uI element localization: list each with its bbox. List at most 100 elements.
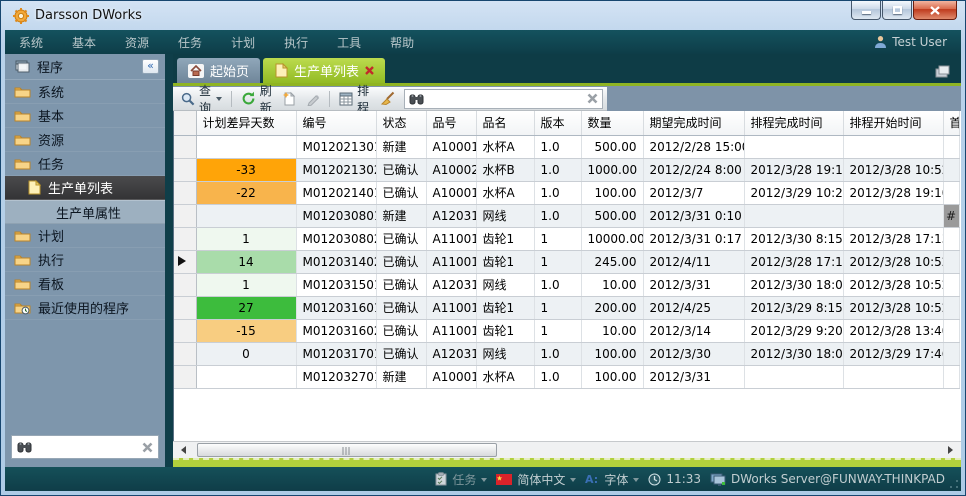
cell-status: 已确认 <box>376 158 426 181</box>
scrollbar-thumb[interactable] <box>197 443 497 457</box>
tab-1[interactable]: 生产单列表 <box>263 58 385 83</box>
menu-item-1[interactable]: 基本 <box>72 34 96 51</box>
toolbar-search-box[interactable] <box>404 89 603 109</box>
column-header-version[interactable]: 版本 <box>534 111 581 135</box>
status-item-0[interactable]: 任务 <box>435 471 487 488</box>
panel-splitter[interactable] <box>165 54 173 467</box>
row-selector[interactable] <box>174 158 196 181</box>
row-selector[interactable] <box>174 342 196 365</box>
chevron-down-icon[interactable] <box>481 478 487 485</box>
table-row[interactable]: -22M012021401已确认A10001水杯A1.0100.002012/3… <box>174 181 959 204</box>
sidebar-item-0[interactable]: 系统 <box>5 80 165 104</box>
cell-due: 2012/4/25 <box>643 296 744 319</box>
table-row[interactable]: M012030801新建A12031网线1.0500.002012/3/31 0… <box>174 204 959 227</box>
row-selector[interactable] <box>174 273 196 296</box>
toolbar-button-pencil[interactable] <box>302 89 324 109</box>
column-header-due[interactable]: 期望完成时间 <box>643 111 744 135</box>
row-selector[interactable] <box>174 227 196 250</box>
cell-qty: 245.00 <box>581 250 643 273</box>
toolbar-button-broom[interactable] <box>376 89 399 109</box>
sidebar-item-3[interactable]: 任务 <box>5 152 165 176</box>
menu-item-6[interactable]: 工具 <box>337 34 361 51</box>
sidebar-search-box[interactable] <box>11 435 159 459</box>
sidebar-collapse-button[interactable]: « <box>142 59 159 74</box>
column-header-sched_start[interactable]: 排程开始时间 <box>843 111 943 135</box>
status-item-label: DWorks Server@FUNWAY-THINKPAD <box>731 472 945 486</box>
minimize-icon <box>862 11 871 14</box>
menu-item-5[interactable]: 执行 <box>284 34 308 51</box>
table-row[interactable]: -33M012021302已确认A10002水杯B1.01000.002012/… <box>174 158 959 181</box>
sidebar-item-4[interactable]: 生产单列表 <box>5 176 165 200</box>
chevron-down-icon[interactable] <box>216 97 222 104</box>
column-header-qty[interactable]: 数量 <box>581 111 643 135</box>
row-selector[interactable] <box>174 319 196 342</box>
maximize-button[interactable] <box>882 1 912 20</box>
status-item-3[interactable]: 11:33 <box>648 472 701 486</box>
sidebar-item-6[interactable]: 计划 <box>5 224 165 248</box>
row-selector[interactable] <box>174 135 196 158</box>
menu-item-7[interactable]: 帮助 <box>390 34 414 51</box>
scroll-right-button[interactable] <box>944 442 961 458</box>
menu-item-4[interactable]: 计划 <box>231 34 255 51</box>
toolbar-button-排程[interactable]: 排程 <box>335 89 374 109</box>
status-item-2[interactable]: A:字体 <box>585 471 639 488</box>
column-header-diff[interactable]: 计划差异天数 <box>196 111 296 135</box>
minimize-button[interactable] <box>851 1 881 20</box>
cell-diff: -15 <box>196 319 296 342</box>
sidebar-item-7[interactable]: 执行 <box>5 248 165 272</box>
pin-pages-icon[interactable] <box>934 64 951 78</box>
table-row[interactable]: -15M012031602已确认A11001齿轮1110.002012/3/14… <box>174 319 959 342</box>
toolbar-button-查询[interactable]: 查询 <box>177 89 226 109</box>
tab-close-x-icon[interactable] <box>365 66 374 75</box>
table-row[interactable]: 27M012031601已确认A11001齿轮11200.002012/4/25… <box>174 296 959 319</box>
column-header-extra[interactable]: 首 <box>943 111 959 135</box>
menu-item-2[interactable]: 资源 <box>125 34 149 51</box>
sidebar-search-input[interactable] <box>37 440 137 454</box>
sidebar-item-2[interactable]: 资源 <box>5 128 165 152</box>
sidebar-item-label: 基本 <box>38 106 64 125</box>
table-row[interactable]: 14M012031402已确认A11001齿轮11245.002012/4/11… <box>174 250 959 273</box>
column-header-order_no[interactable]: 编号 <box>296 111 376 135</box>
toolbar-button-new-doc[interactable] <box>278 89 300 109</box>
status-item-4[interactable]: DWorks Server@FUNWAY-THINKPAD <box>710 472 945 486</box>
horizontal-scrollbar[interactable] <box>173 441 961 458</box>
toolbar-search-input[interactable] <box>428 92 583 106</box>
menu-item-3[interactable]: 任务 <box>178 34 202 51</box>
table-row[interactable]: M012032701新建A10001水杯A1.0100.002012/3/31 <box>174 365 959 388</box>
column-header-status[interactable]: 状态 <box>376 111 426 135</box>
clear-x-icon[interactable] <box>587 93 598 104</box>
chevron-down-icon[interactable] <box>633 478 639 485</box>
table-row[interactable]: 0M012031701已确认A12031网线1.0100.002012/3/30… <box>174 342 959 365</box>
close-button[interactable] <box>913 1 957 20</box>
status-item-1[interactable]: 简体中文 <box>496 471 576 488</box>
cell-order_no: M012021301 <box>296 135 376 158</box>
toolbar-button-刷新[interactable]: 刷新 <box>237 89 277 109</box>
row-selector[interactable] <box>174 365 196 388</box>
cell-order_no: M012030801 <box>296 204 376 227</box>
user-indicator[interactable]: Test User <box>874 35 947 49</box>
tab-0[interactable]: 起始页 <box>177 58 260 83</box>
resize-grip[interactable] <box>950 480 958 488</box>
menu-item-0[interactable]: 系统 <box>19 34 43 51</box>
row-selector[interactable] <box>174 204 196 227</box>
table-row[interactable]: 1M012031501已确认A12031网线1.010.002012/3/312… <box>174 273 959 296</box>
cell-status: 已确认 <box>376 227 426 250</box>
scroll-left-button[interactable] <box>173 442 190 458</box>
titlebar[interactable]: Darsson DWorks <box>5 1 961 30</box>
column-header-sched_finish[interactable]: 排程完成时间 <box>744 111 843 135</box>
row-selector[interactable] <box>174 296 196 319</box>
column-header-item_no[interactable]: 品号 <box>426 111 476 135</box>
sidebar-item-1[interactable]: 基本 <box>5 104 165 128</box>
table-row[interactable]: M012021301新建A10001水杯A1.0500.002012/2/28 … <box>174 135 959 158</box>
row-selector[interactable] <box>174 181 196 204</box>
row-selector[interactable] <box>174 250 196 273</box>
sidebar-item-5[interactable]: 生产单属性 <box>5 200 165 224</box>
cell-item_no: A11001 <box>426 296 476 319</box>
chevron-down-icon[interactable] <box>570 478 576 485</box>
sidebar-item-9[interactable]: 最近使用的程序 <box>5 296 165 320</box>
clear-x-icon[interactable] <box>142 442 153 453</box>
sidebar-item-8[interactable]: 看板 <box>5 272 165 296</box>
column-header-item_name[interactable]: 品名 <box>476 111 534 135</box>
cell-sched_start: 2012/3/28 19:10 <box>843 181 943 204</box>
table-row[interactable]: 1M012030802已确认A11001齿轮1110000.002012/3/3… <box>174 227 959 250</box>
